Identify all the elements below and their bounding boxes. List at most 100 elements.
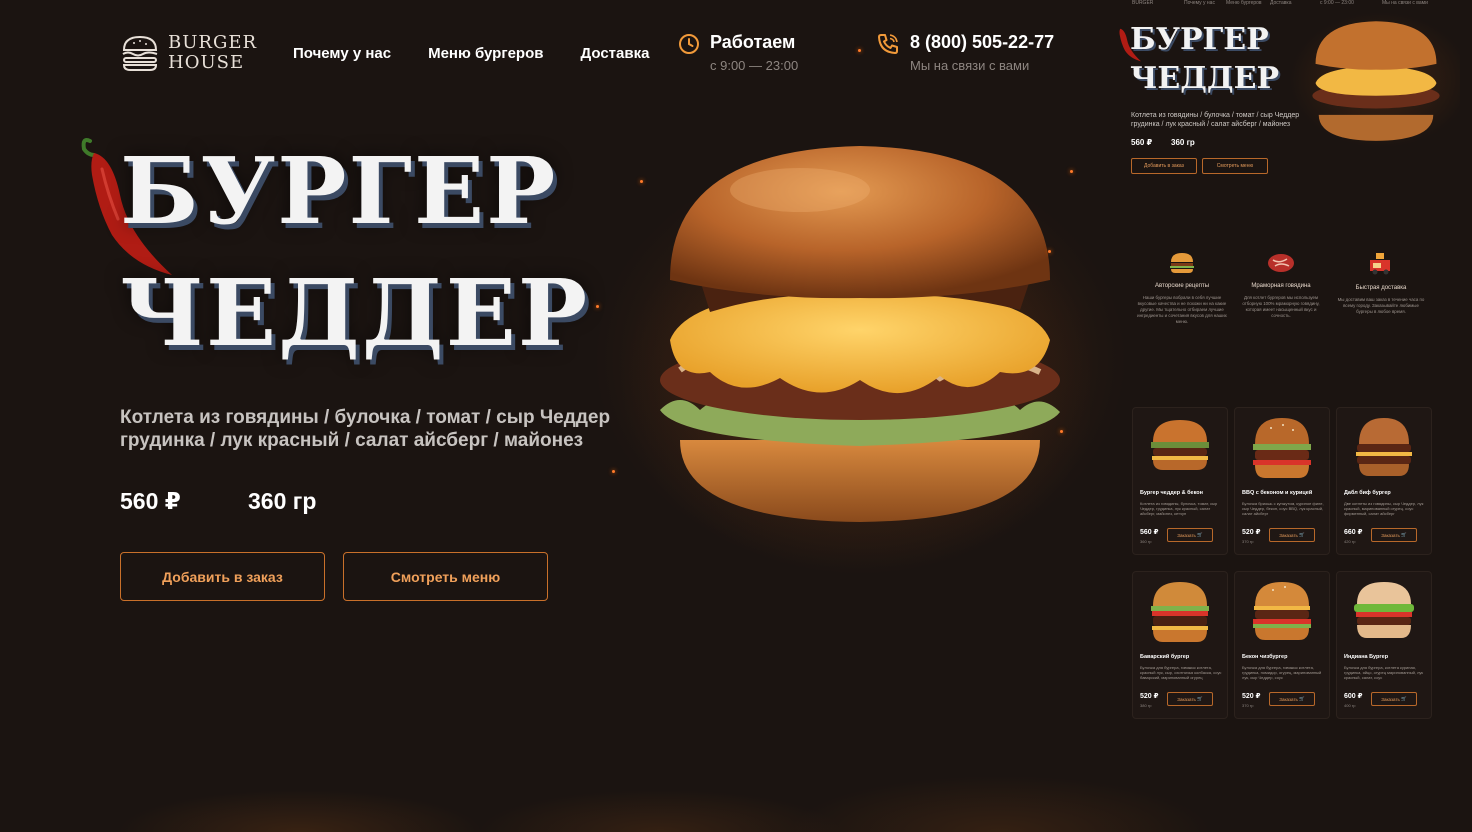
add-to-order-button[interactable]: Добавить в заказ xyxy=(120,552,325,601)
preview-title-line-2: ЧЕДДЕР xyxy=(1130,61,1280,96)
cart-icon: 🛒 xyxy=(1195,696,1203,701)
preview-description-line-2: грудинка / лук красный / салат айсберг /… xyxy=(1131,121,1291,128)
product-name: Баварский бургер xyxy=(1140,654,1190,660)
logo-line-1: BURGER xyxy=(168,32,258,53)
feature-title: Авторские рецепты xyxy=(1154,283,1210,289)
product-weight: 370 гр xyxy=(1242,703,1254,708)
logo[interactable]: BURGER HOUSE xyxy=(120,33,257,73)
working-hours: Работаем с 9:00 — 23:00 xyxy=(678,32,798,73)
burger-icon xyxy=(1170,253,1194,273)
product-image xyxy=(1151,420,1209,470)
burger-logo-icon xyxy=(122,35,158,71)
feature-title: Быстрая доставка xyxy=(1355,285,1407,291)
preview-add-button[interactable]: Добавить в заказ xyxy=(1131,158,1197,174)
product-description: Котлета из говядины, булочка, томат, сыр… xyxy=(1140,501,1218,516)
feature-text: Для котлет бургеров мы используем отборн… xyxy=(1242,295,1320,318)
order-button-label: Заказать xyxy=(1381,532,1400,538)
product-card: BBQ с беконом и курицей Булочка бриошь с… xyxy=(1234,407,1330,555)
product-price: 520 ₽ xyxy=(1140,693,1159,700)
spark xyxy=(858,49,861,52)
preview-price: 560 ₽ xyxy=(1131,138,1153,147)
product-weight: 420 гр xyxy=(1344,539,1356,544)
nav-why-us[interactable]: Почему у нас xyxy=(293,45,391,62)
order-button[interactable]: Заказать 🛒 xyxy=(1269,692,1315,706)
hours-value: с 9:00 — 23:00 xyxy=(710,58,799,73)
logo-line-2: HOUSE xyxy=(168,52,245,73)
hero-description-line-2: грудинка / лук красный / салат айсберг /… xyxy=(120,430,584,451)
spark xyxy=(596,305,599,308)
product-weight: 400 гр xyxy=(1344,703,1356,708)
product-name: Индиана Бургер xyxy=(1344,654,1389,660)
order-button[interactable]: Заказать 🛒 xyxy=(1167,528,1213,542)
order-button-label: Заказать xyxy=(1279,696,1298,702)
spark xyxy=(1048,250,1051,253)
order-button[interactable]: Заказать 🛒 xyxy=(1269,528,1315,542)
product-name: Бургер чеддер & бекон xyxy=(1140,490,1203,496)
product-price: 660 ₽ xyxy=(1344,529,1363,536)
phone-block: 8 (800) 505-22-77 Мы на связи с вами xyxy=(876,32,1054,73)
order-button[interactable]: Заказать 🛒 xyxy=(1167,692,1213,706)
hero-price: 560 ₽ xyxy=(120,488,181,514)
spark xyxy=(612,470,615,473)
cart-icon: 🛒 xyxy=(1195,532,1203,537)
hero-description: Котлета из говядины / булочка / томат / … xyxy=(120,406,640,452)
page-preview: BURGER Почему у нас Меню бургеров Достав… xyxy=(1119,0,1472,832)
preview-title-line-1: БУРГЕР xyxy=(1130,22,1269,57)
hero-weight: 360 гр xyxy=(248,488,317,514)
preview-weight: 360 гр xyxy=(1171,138,1195,147)
product-card: Бургер чеддер & бекон Котлета из говядин… xyxy=(1132,407,1228,555)
product-name: Бекон чизбургер xyxy=(1242,654,1288,660)
preview-hours: с 9:00 — 23:00 xyxy=(1320,0,1354,6)
product-card: Дабл биф бургер Две котлеты из говядины,… xyxy=(1336,407,1432,555)
product-weight: 360 гр xyxy=(1140,539,1152,544)
product-description: Булочка для бургера, котлета куриная, гр… xyxy=(1344,665,1424,680)
preview-nav-2: Меню бургеров xyxy=(1226,0,1262,6)
product-card: Баварский бургер Булочка для бургера, го… xyxy=(1132,571,1228,719)
preview-description: Котлета из говядины / булочка / томат / … xyxy=(1131,111,1301,129)
spark xyxy=(1070,170,1073,173)
cart-icon: 🛒 xyxy=(1297,696,1305,701)
feature-marbled-beef: Мраморная говядина Для котлет бургеров м… xyxy=(1236,252,1326,319)
preview-menu-button[interactable]: Смотреть меню xyxy=(1202,158,1268,174)
preview-burger-image xyxy=(1312,21,1440,141)
product-weight: 380 гр xyxy=(1140,703,1152,708)
product-price: 560 ₽ xyxy=(1140,529,1159,536)
feature-text: Мы доставим ваш заказ в течение часа по … xyxy=(1337,297,1425,314)
product-image xyxy=(1253,418,1311,478)
hero-title-line-2: ЧЕДДЕР xyxy=(120,259,590,367)
view-menu-button[interactable]: Смотреть меню xyxy=(343,552,548,601)
product-name: Дабл биф бургер xyxy=(1344,490,1391,496)
preview-logo: BURGER xyxy=(1132,0,1154,6)
feature-author-recipes: Авторские рецепты Наши бургеры вобрали в… xyxy=(1137,252,1227,325)
feature-text: Наши бургеры вобрали в себя лучшие вкусо… xyxy=(1137,295,1227,324)
feature-title: Мраморная говядина xyxy=(1251,283,1311,289)
phone-icon xyxy=(878,34,898,54)
burger-cheddar-image xyxy=(660,146,1060,522)
cart-icon: 🛒 xyxy=(1399,532,1407,537)
preview-description-line-1: Котлета из говядины / булочка / томат / … xyxy=(1131,112,1300,119)
product-description: Булочка для бургера, говяжья котлета, гр… xyxy=(1242,665,1322,680)
order-button[interactable]: Заказать 🛒 xyxy=(1371,692,1417,706)
preview-nav-1: Почему у нас xyxy=(1184,0,1215,6)
order-button-label: Заказать xyxy=(1381,696,1400,702)
spark xyxy=(1060,430,1063,433)
hero-description-line-1: Котлета из говядины / булочка / томат / … xyxy=(120,407,611,428)
cart-icon: 🛒 xyxy=(1399,696,1407,701)
order-button-label: Заказать xyxy=(1177,532,1196,538)
main-nav: Почему у нас Меню бургеров Доставка xyxy=(293,45,649,62)
nav-burger-menu[interactable]: Меню бургеров xyxy=(428,45,543,62)
hero-title-line-1: БУРГЕР xyxy=(120,137,558,245)
preview-title: БУРГЕР ЧЕДДЕР xyxy=(1130,20,1279,98)
phone-note: Мы на связи с вами xyxy=(910,58,1030,73)
product-image xyxy=(1354,582,1414,638)
product-description: Две котлеты из говядины, сыр Чеддер, лук… xyxy=(1344,501,1424,516)
product-weight: 370 гр xyxy=(1242,539,1254,544)
phone-number[interactable]: 8 (800) 505-22-77 xyxy=(910,32,1054,53)
product-card: Бекон чизбургер Булочка для бургера, гов… xyxy=(1234,571,1330,719)
nav-delivery[interactable]: Доставка xyxy=(580,45,649,62)
product-image xyxy=(1356,418,1412,476)
hero-title: БУРГЕР ЧЕДДЕР xyxy=(120,130,589,374)
order-button[interactable]: Заказать 🛒 xyxy=(1371,528,1417,542)
food-truck-icon xyxy=(1370,253,1390,275)
product-price: 520 ₽ xyxy=(1242,693,1261,700)
